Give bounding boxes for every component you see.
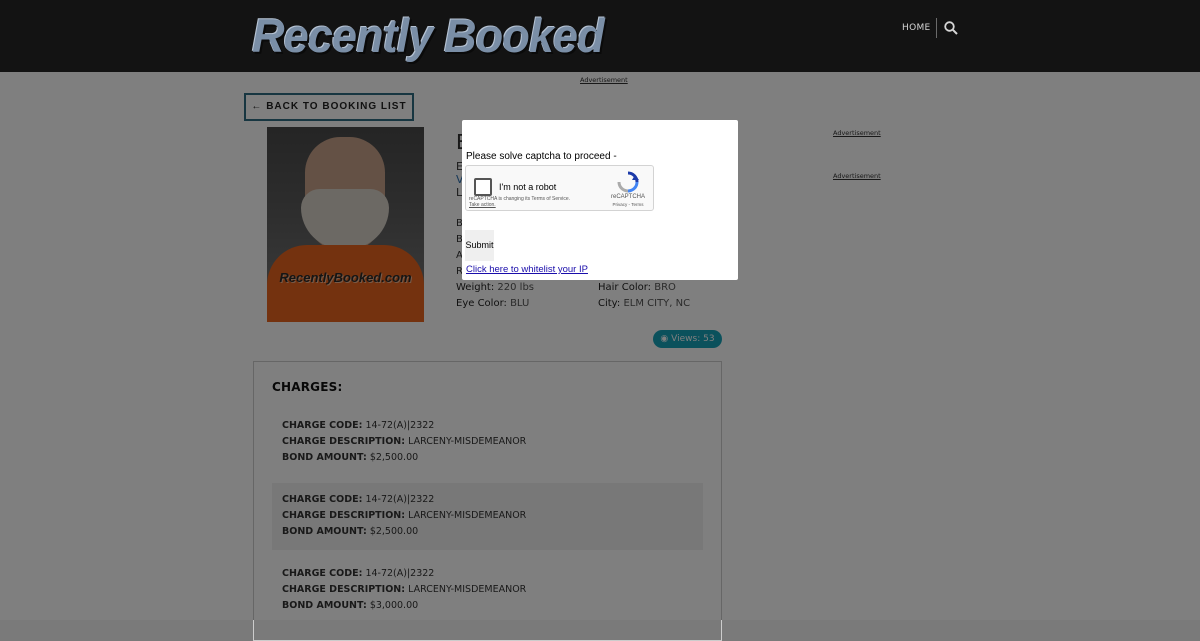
recaptcha-logo-icon [617,171,639,193]
site-logo[interactable]: Recently Booked [252,8,605,64]
recaptcha-take-action-link[interactable]: Take action. [469,202,496,208]
captcha-modal: Please solve captcha to proceed - I'm no… [462,120,738,280]
whitelist-ip-link[interactable]: Click here to whitelist your IP [466,264,588,275]
recaptcha-brand: reCAPTCHA [610,194,645,200]
nav-divider [936,18,937,38]
submit-button[interactable]: Submit [465,230,494,261]
recaptcha-fine-print: reCAPTCHA is changing its Terms of Servi… [469,196,570,208]
site-header: Recently Booked HOME [0,0,1200,72]
recaptcha-widget: I'm not a robot reCAPTCHA is changing it… [465,165,654,211]
nav-home-link[interactable]: HOME [902,21,931,35]
recaptcha-checkbox[interactable] [474,178,492,196]
captcha-message: Please solve captcha to proceed - [466,151,617,162]
recaptcha-privacy-terms[interactable]: Privacy - Terms [604,202,652,207]
search-icon[interactable] [944,21,958,35]
recaptcha-label: I'm not a robot [499,182,557,192]
